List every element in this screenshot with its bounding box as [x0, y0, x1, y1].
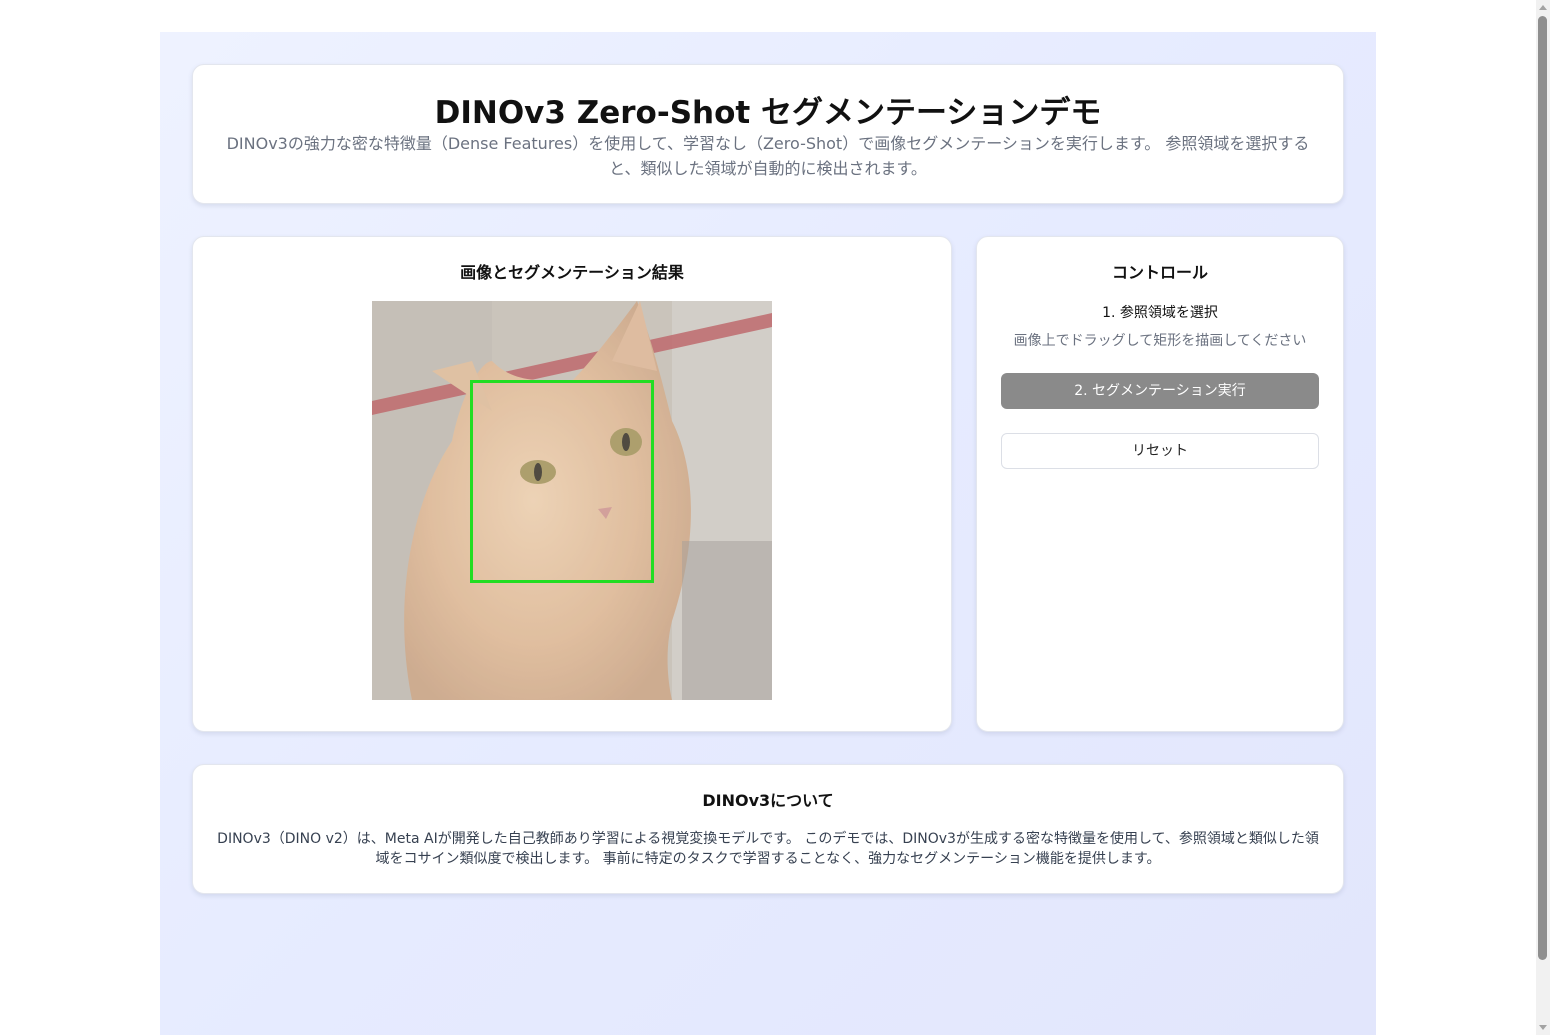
reset-button[interactable]: リセット: [1001, 433, 1319, 469]
header-card: DINOv3 Zero-Shot セグメンテーションデモ DINOv3の強力な密…: [192, 64, 1344, 204]
cat-photo: [372, 301, 772, 700]
about-title: DINOv3について: [702, 791, 834, 810]
about-panel: DINOv3について DINOv3（DINO v2）は、Meta AIが開発した…: [192, 764, 1344, 894]
image-panel: 画像とセグメンテーション結果: [192, 236, 952, 732]
image-canvas[interactable]: [372, 301, 772, 700]
step1-hint: 画像上でドラッグして矩形を描画してください: [1013, 333, 1307, 349]
image-panel-title: 画像とセグメンテーション結果: [460, 263, 684, 282]
controls-title: コントロール: [1111, 263, 1208, 282]
app-container: DINOv3 Zero-Shot セグメンテーションデモ DINOv3の強力な密…: [160, 32, 1376, 1035]
run-segmentation-button[interactable]: 2. セグメンテーション実行: [1001, 373, 1319, 409]
scroll-down-arrow-icon[interactable]: [1539, 1025, 1547, 1030]
page-scrollbar[interactable]: [1536, 0, 1550, 1035]
controls-panel: コントロール 1. 参照領域を選択 画像上でドラッグして矩形を描画してください …: [976, 236, 1344, 732]
scroll-up-arrow-icon[interactable]: [1539, 5, 1547, 10]
scrollbar-thumb[interactable]: [1538, 16, 1547, 960]
about-text: DINOv3（DINO v2）は、Meta AIが開発した自己教師あり学習による…: [217, 831, 1319, 867]
page-title: DINOv3 Zero-Shot セグメンテーションデモ: [434, 95, 1102, 131]
step1-label: 1. 参照領域を選択: [1102, 305, 1218, 321]
page-description: DINOv3の強力な密な特徴量（Dense Features）を使用して、学習な…: [226, 134, 1310, 178]
